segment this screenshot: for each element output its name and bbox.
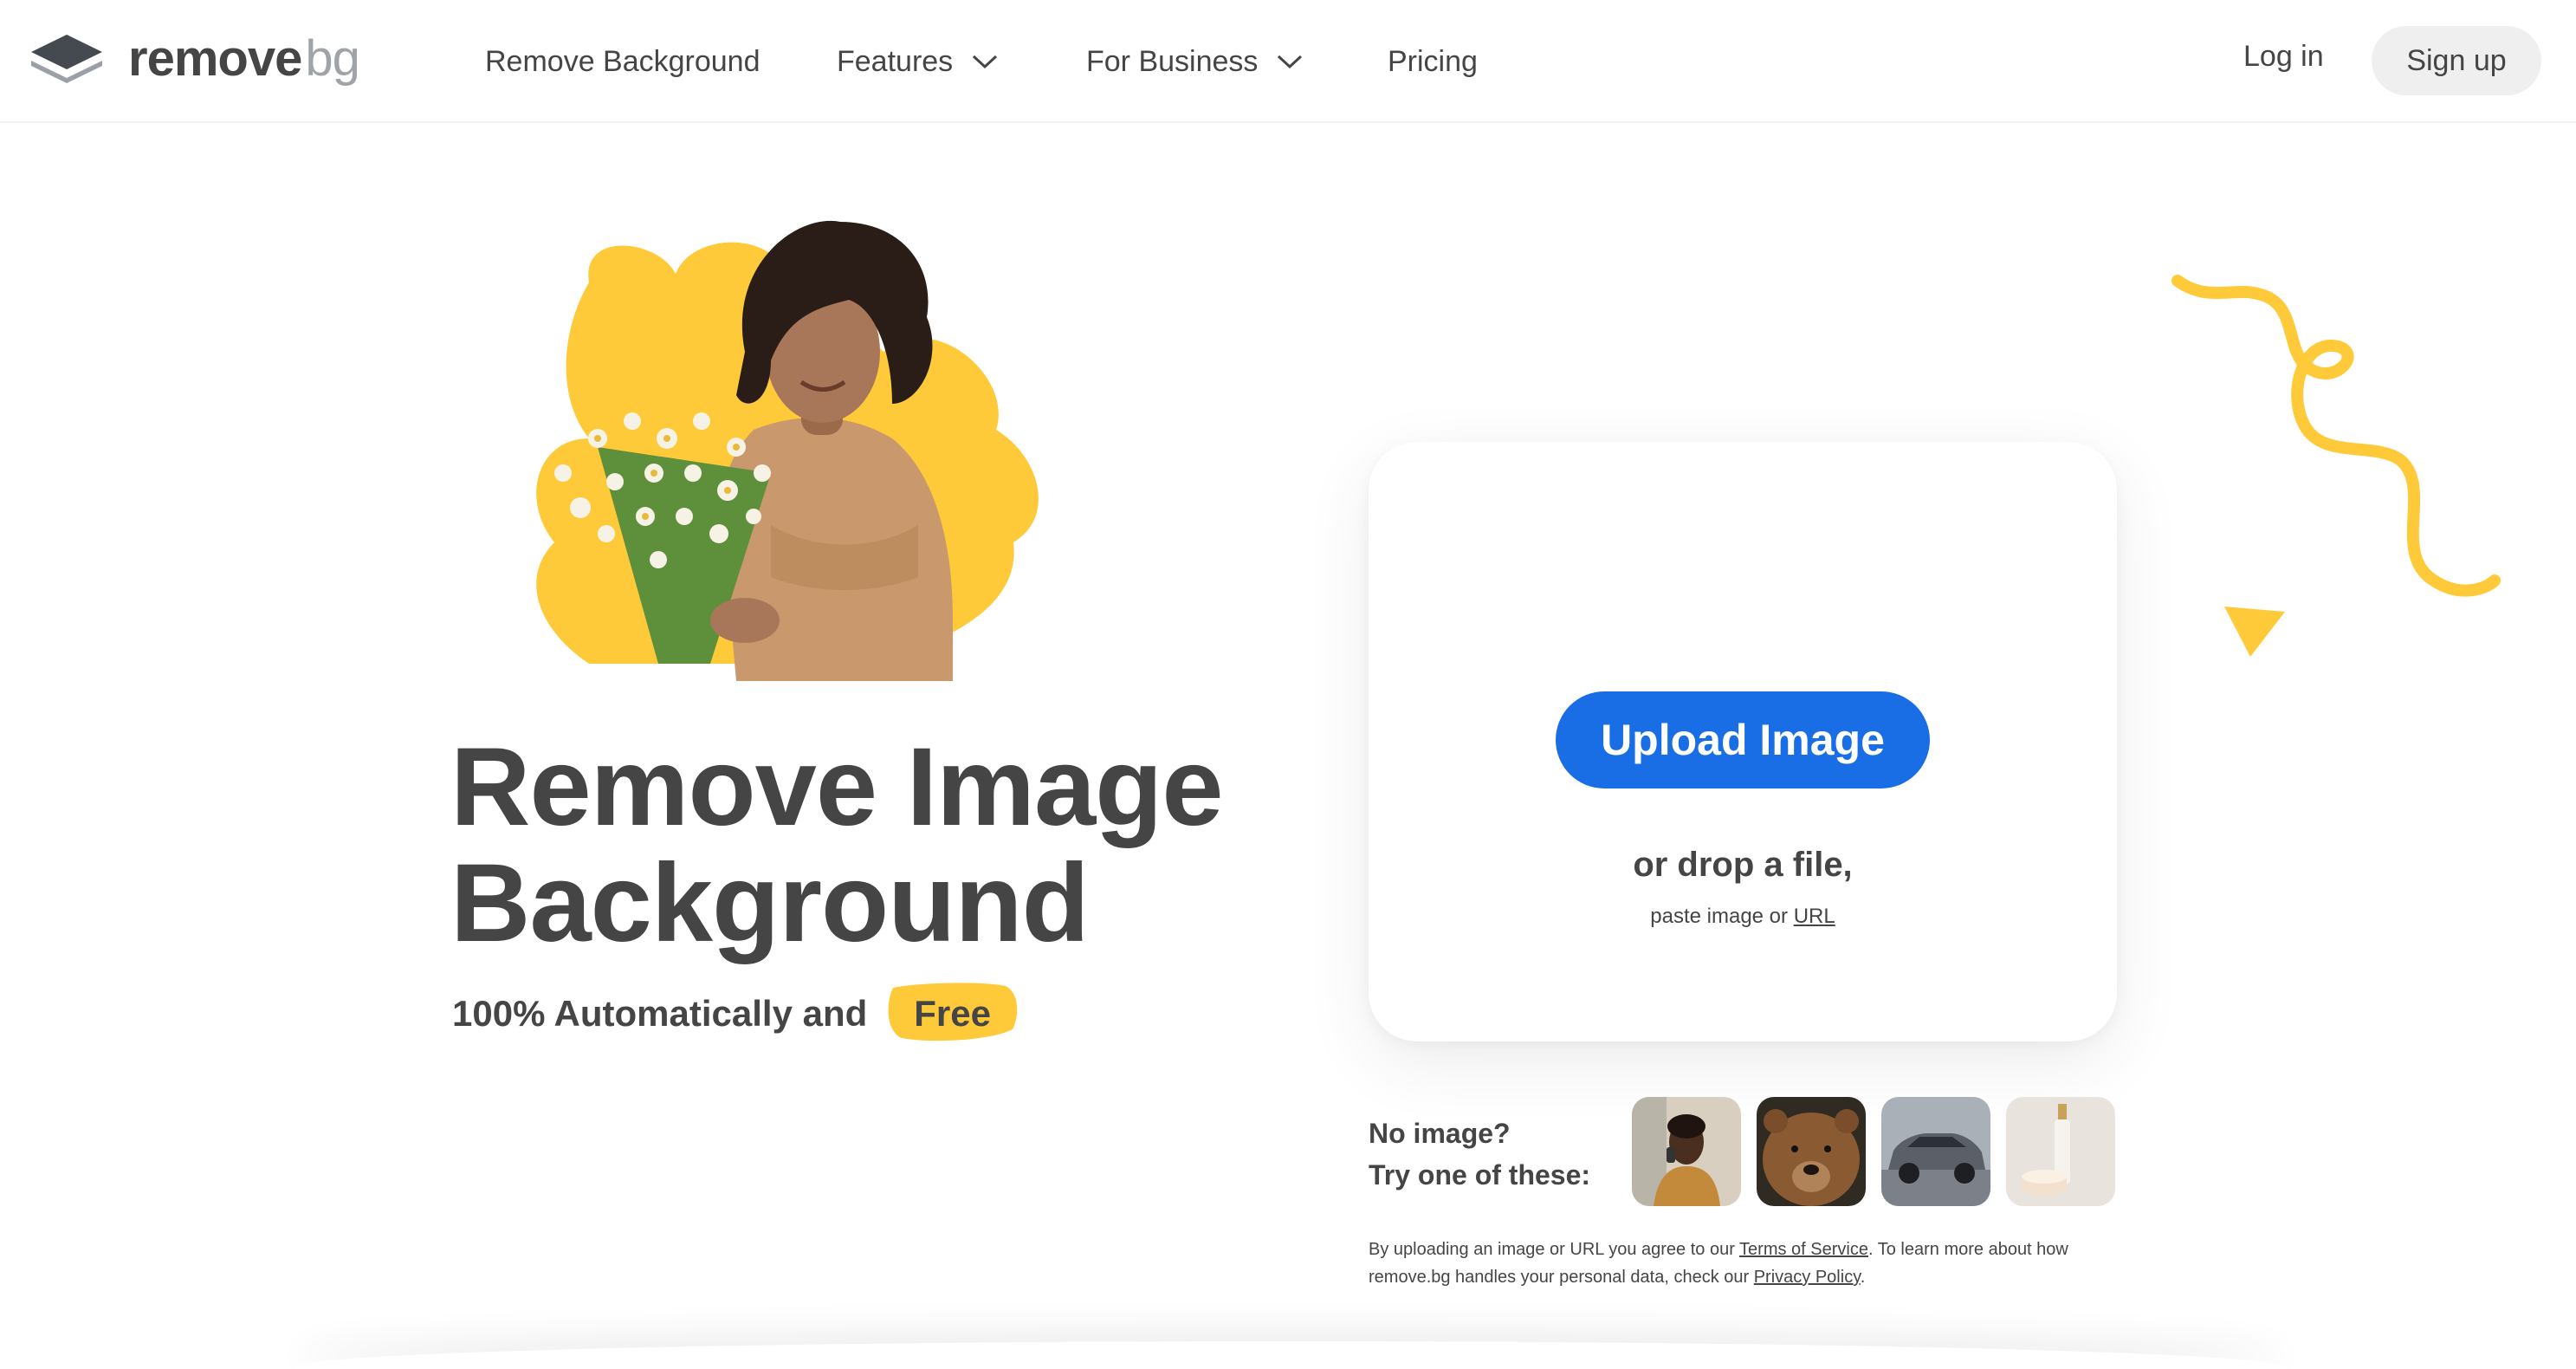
hero-subtitle: 100% Automatically and Free [452,983,1018,1041]
url-link[interactable]: URL [1794,905,1835,928]
bear-image-icon [1757,1097,1866,1206]
paste-hint: paste image or URL [1369,905,2117,929]
yellow-squiggle-decoration [2171,275,2501,597]
signup-button[interactable]: Sign up [2372,26,2541,95]
cosmetics-image-icon [2006,1097,2115,1206]
site-header: removebg Remove Background Features For … [0,0,2576,123]
chevron-down-icon [973,55,998,69]
paste-hint-text: paste image or [1650,905,1789,928]
hero-illustration [536,220,1039,681]
nav-for-business[interactable]: For Business [1086,0,1303,123]
legal-notice: By uploading an image or URL you agree t… [1369,1236,2131,1291]
sample-cosmetics-thumbnail[interactable] [2006,1097,2115,1206]
car-image-icon [1881,1097,1990,1206]
nav-pricing-label: Pricing [1388,44,1478,78]
sample-thumbnails [1632,1097,2115,1206]
nav-features-label: Features [837,44,954,78]
login-link[interactable]: Log in [2243,40,2324,74]
free-highlight: Free [888,983,1018,1041]
nav-pricing[interactable]: Pricing [1388,0,1478,123]
drop-file-text: or drop a file, [1633,846,1853,884]
sample-bear-thumbnail[interactable] [1757,1097,1866,1206]
sample-person-thumbnail[interactable] [1632,1097,1741,1206]
yellow-triangle-decoration [2224,607,2285,657]
nav-features[interactable]: Features [837,0,998,123]
legal-text-3: . [1860,1268,1866,1287]
privacy-policy-link[interactable]: Privacy Policy [1754,1268,1861,1287]
logo-primary-text: remove [128,30,302,87]
person-image-icon [1632,1097,1741,1206]
free-label: Free [914,993,991,1034]
hero-title-line2: Background [450,841,1090,965]
sample-prompt: No image? Try one of these: [1369,1113,1590,1196]
logo[interactable]: removebg [28,31,360,87]
hero-title: Remove Image Background [450,730,1223,962]
chevron-down-icon [1278,55,1303,69]
terms-of-service-link[interactable]: Terms of Service [1739,1240,1868,1259]
nav-remove-background[interactable]: Remove Background [485,0,761,123]
layers-logo-icon [31,35,102,83]
hero-title-line1: Remove Image [450,725,1223,849]
sample-prompt-line2: Try one of these: [1369,1159,1591,1191]
nav-for-business-label: For Business [1086,44,1259,78]
section-divider-shadow [294,1341,2287,1369]
logo-secondary-text: bg [305,30,360,87]
legal-text-1: By uploading an image or URL you agree t… [1369,1240,1740,1259]
sample-car-thumbnail[interactable] [1881,1097,1990,1206]
upload-image-button[interactable]: Upload Image [1556,691,1930,788]
nav-remove-background-label: Remove Background [485,44,761,78]
sample-prompt-line1: No image? [1369,1118,1511,1149]
hero-subtitle-text: 100% Automatically and [452,993,868,1034]
logo-wordmark: removebg [128,34,360,84]
